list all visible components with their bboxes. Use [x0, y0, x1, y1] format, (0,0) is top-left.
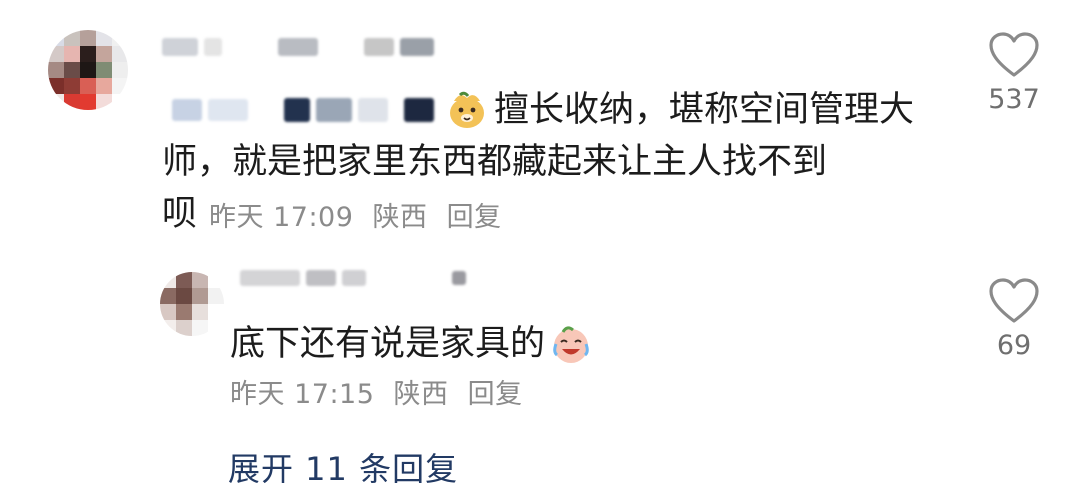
blurred-mention [172, 98, 434, 122]
crying-laughing-emoji [553, 326, 589, 363]
avatar[interactable] [48, 30, 128, 110]
expand-replies-button[interactable]: 展开 11 条回复 [228, 444, 458, 490]
comment-location: 陕西 [393, 379, 449, 410]
comment-time: 昨天 17:15 [230, 379, 375, 410]
cute-bear-emoji [450, 91, 484, 128]
comment-text: 擅长收纳，堪称空间管理大 [494, 90, 915, 130]
like-button[interactable]: 537 [986, 32, 1042, 115]
like-count: 69 [996, 330, 1032, 361]
reply-like-button[interactable]: 69 [986, 278, 1042, 361]
heart-icon [989, 278, 1039, 323]
comment-time: 昨天 17:09 [209, 201, 354, 233]
comment-location: 陕西 [372, 201, 428, 233]
username-blurred[interactable] [162, 38, 434, 56]
reply-meta: 昨天 17:15 陕西 回复 [230, 372, 533, 411]
like-count: 537 [988, 84, 1040, 115]
comment-text-line1: 擅长收纳，堪称空间管理大 [172, 84, 914, 136]
reply-button[interactable]: 回复 [447, 202, 502, 233]
reply-button[interactable]: 回复 [468, 379, 523, 410]
reply-comment-line: 底下还有说是家具的 [230, 318, 593, 370]
reply-avatar[interactable] [160, 272, 224, 336]
comment-text-line3: 呗 [162, 194, 198, 234]
comment-footer-line: 呗 昨天 17:09 陕西 回复 [162, 188, 512, 240]
reply-username-blurred[interactable] [240, 270, 466, 286]
heart-icon [989, 32, 1039, 77]
comment-meta: 昨天 17:09 陕西 回复 [209, 195, 512, 234]
comment-text-line2: 师，就是把家里东西都藏起来让主人找不到 [162, 142, 828, 182]
comment-text: 底下还有说是家具的 [230, 324, 546, 364]
